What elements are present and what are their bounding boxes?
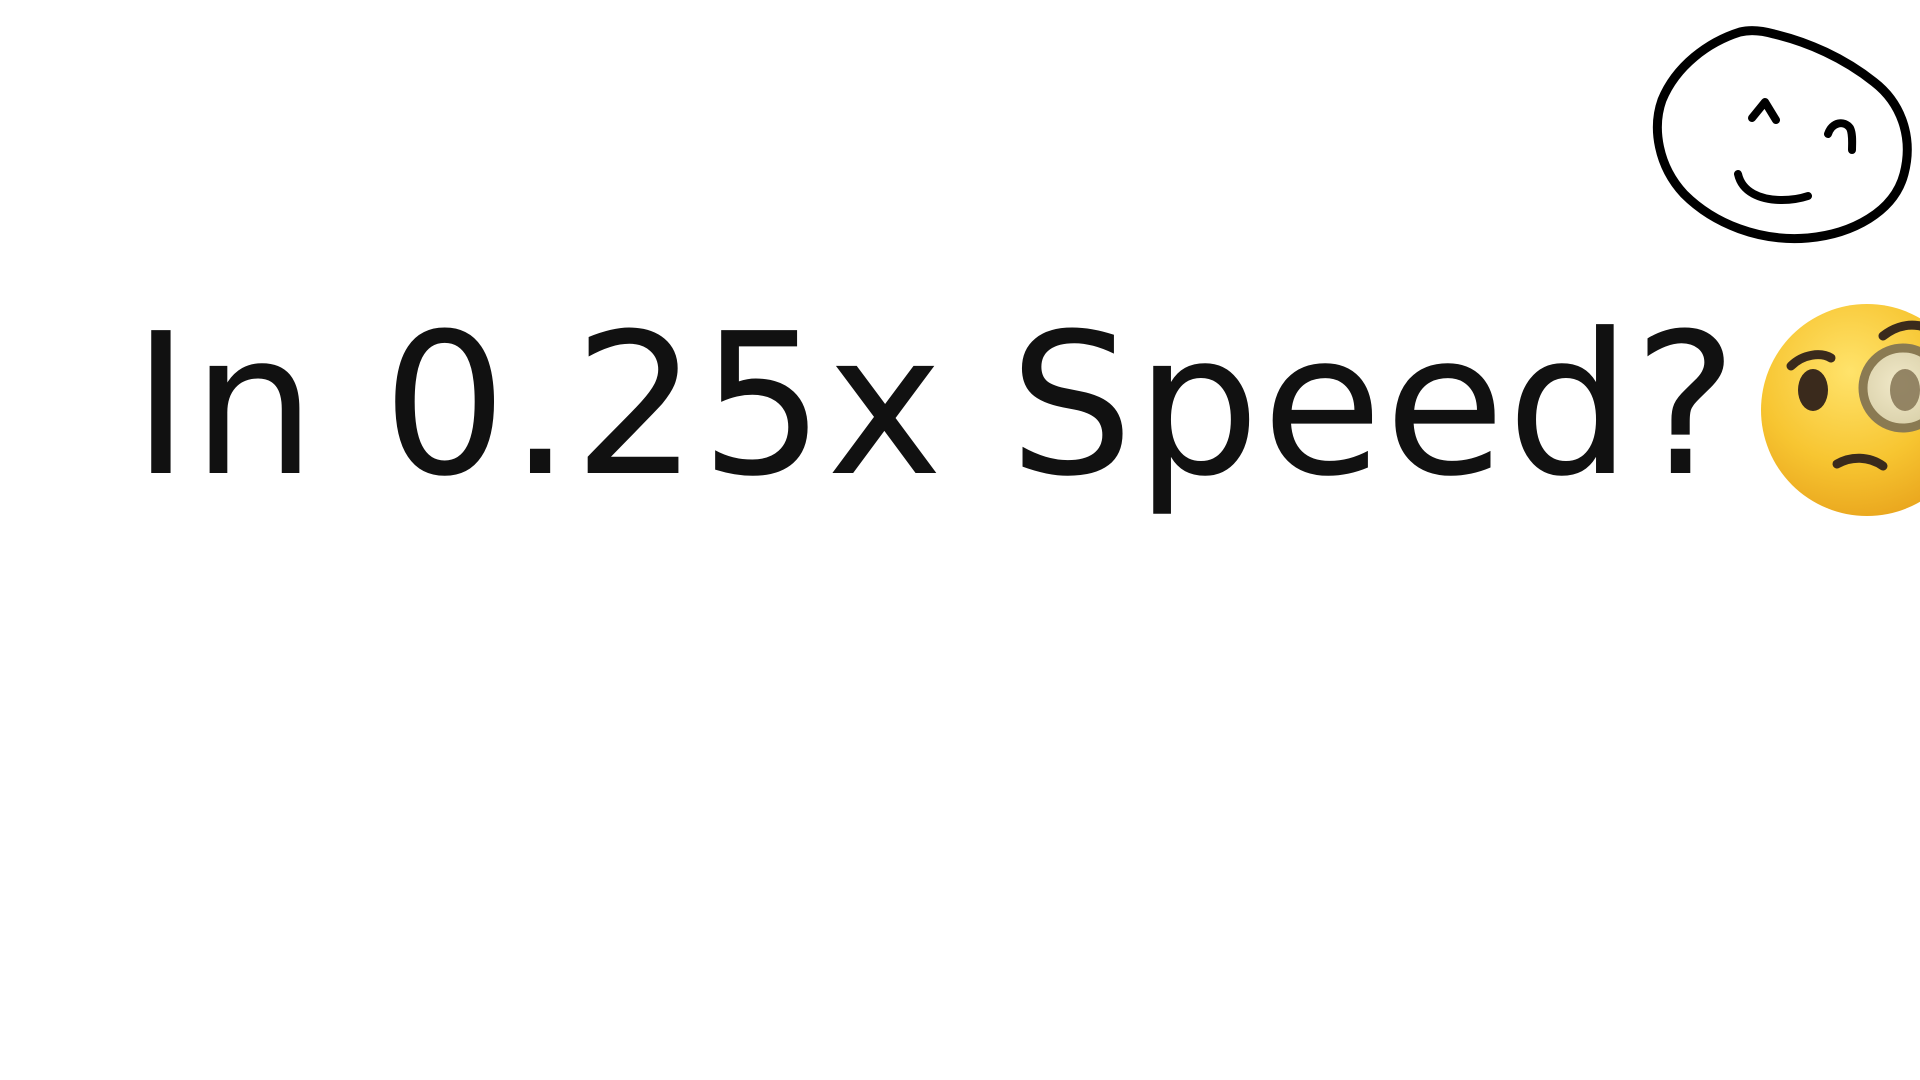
hand-drawn-smiley-face-icon xyxy=(1652,26,1912,244)
caption: In 0.25x Speed? xyxy=(132,286,1920,526)
video-frame: In 0.25x Speed? xyxy=(0,0,1920,1080)
caption-text: In 0.25x Speed? xyxy=(132,292,1740,520)
face-with-monocle-icon xyxy=(1761,304,1920,516)
